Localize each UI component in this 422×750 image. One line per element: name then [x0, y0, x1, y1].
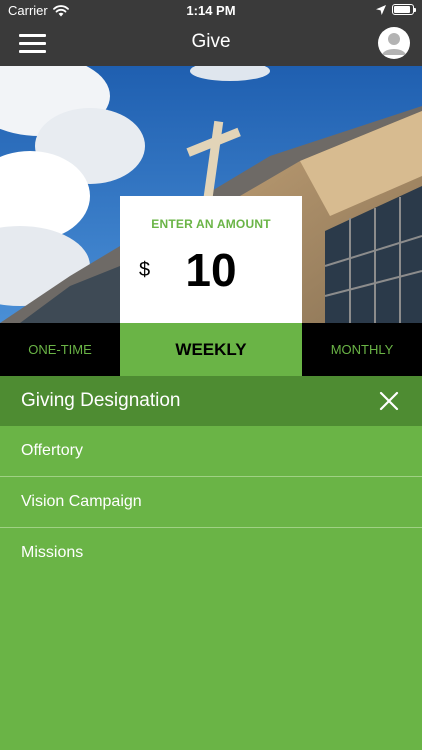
page-title: Give: [191, 31, 231, 52]
status-time: 1:14 PM: [186, 3, 236, 18]
amount-card[interactable]: ENTER AN AMOUNT $ 10: [120, 196, 302, 324]
amount-label: ENTER AN AMOUNT: [151, 217, 271, 231]
designation-options: Offertory Vision Campaign Missions: [0, 426, 422, 579]
close-icon[interactable]: [378, 390, 400, 412]
tab-monthly[interactable]: MONTHLY: [302, 323, 422, 376]
tab-weekly[interactable]: WEEKLY: [120, 323, 302, 376]
avatar[interactable]: [378, 27, 410, 59]
designation-header: Giving Designation: [0, 376, 422, 426]
battery-icon: [392, 4, 416, 15]
amount-row: $ 10: [120, 231, 302, 301]
status-bar: Carrier 1:14 PM: [0, 0, 422, 22]
designation-option-vision-campaign[interactable]: Vision Campaign: [0, 477, 422, 528]
designation-title: Giving Designation: [21, 390, 181, 411]
location-arrow-icon: [376, 4, 386, 15]
frequency-tabs: ONE-TIME WEEKLY MONTHLY: [0, 323, 422, 376]
user-icon: [382, 33, 406, 55]
tab-one-time[interactable]: ONE-TIME: [0, 323, 120, 376]
designation-option-missions[interactable]: Missions: [0, 528, 422, 579]
nav-bar: Give: [0, 22, 422, 66]
option-label: Offertory: [21, 442, 83, 459]
option-label: Vision Campaign: [21, 493, 142, 510]
option-label: Missions: [21, 544, 84, 561]
designation-option-offertory[interactable]: Offertory: [0, 426, 422, 477]
status-right: [376, 4, 416, 15]
amount-input[interactable]: 10: [120, 243, 302, 297]
